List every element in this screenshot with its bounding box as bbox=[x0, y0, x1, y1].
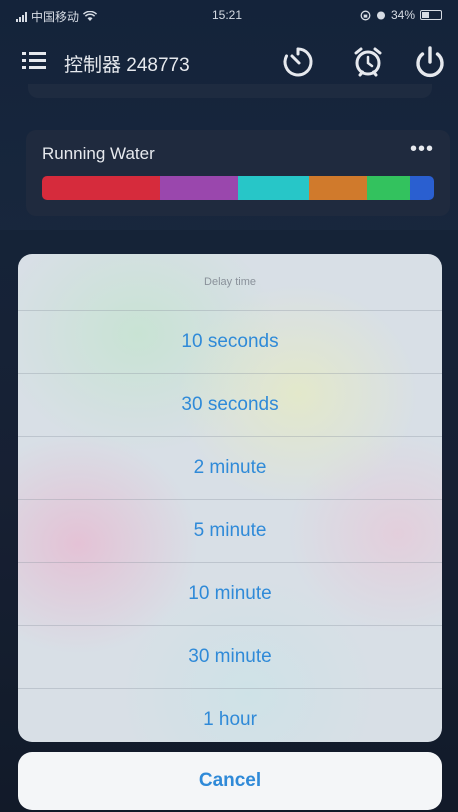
device-title: 控制器 248773 bbox=[64, 55, 190, 76]
option-2-minute[interactable]: 2 minute bbox=[18, 437, 442, 500]
cancel-button[interactable]: Cancel bbox=[18, 752, 442, 810]
carrier-label: 中国移动 bbox=[31, 10, 80, 24]
battery-icon bbox=[420, 10, 442, 20]
status-time: 15:21 bbox=[212, 8, 243, 22]
option-5-minute[interactable]: 5 minute bbox=[18, 500, 442, 563]
alarm-icon[interactable] bbox=[348, 42, 388, 82]
rotation-lock-icon bbox=[360, 10, 371, 20]
mode-card[interactable]: Running Water ••• bbox=[26, 130, 450, 216]
color-segment bbox=[159, 176, 238, 200]
option-30-seconds[interactable]: 30 seconds bbox=[18, 374, 442, 437]
battery-percent: 34% bbox=[390, 8, 415, 22]
signal-icon bbox=[16, 11, 27, 22]
color-segment bbox=[410, 176, 434, 200]
wifi-icon bbox=[83, 11, 98, 21]
color-segment bbox=[237, 176, 309, 200]
option-30-minute[interactable]: 30 minute bbox=[18, 626, 442, 689]
app-screen: 中国移动 15:21 34% 控制器 248773 Running Water … bbox=[0, 0, 458, 812]
sheet-title: Delay time bbox=[18, 254, 442, 311]
option-10-seconds[interactable]: 10 seconds bbox=[18, 311, 442, 374]
color-bar bbox=[42, 176, 434, 200]
color-segment bbox=[42, 176, 160, 200]
color-segment bbox=[367, 176, 411, 200]
color-segment bbox=[308, 176, 368, 200]
location-icon bbox=[376, 11, 385, 19]
menu-icon[interactable] bbox=[22, 50, 46, 72]
option-10-minute[interactable]: 10 minute bbox=[18, 563, 442, 626]
option-1-hour[interactable]: 1 hour bbox=[18, 689, 442, 742]
mode-name: Running Water bbox=[42, 144, 155, 163]
status-bar: 中国移动 15:21 34% bbox=[0, 0, 458, 34]
previous-card-edge bbox=[28, 84, 432, 98]
more-options-icon[interactable]: ••• bbox=[410, 139, 434, 159]
power-icon[interactable] bbox=[410, 42, 450, 82]
delay-time-sheet: Delay time 10 seconds 30 seconds 2 minut… bbox=[18, 254, 442, 742]
timer-icon[interactable] bbox=[278, 42, 318, 82]
status-right: 34% bbox=[360, 8, 442, 22]
status-left: 中国移动 bbox=[16, 8, 98, 25]
header: 控制器 248773 bbox=[0, 36, 458, 88]
